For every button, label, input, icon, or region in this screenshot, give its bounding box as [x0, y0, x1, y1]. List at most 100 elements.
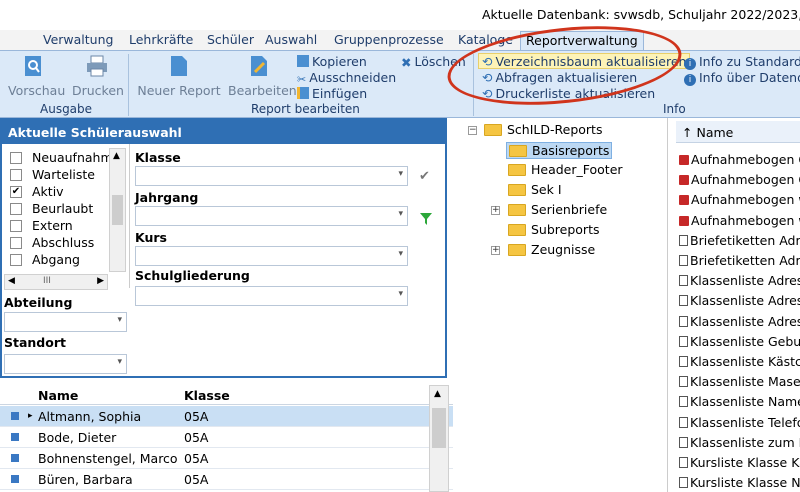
vorschau-button[interactable]: Vorschau — [8, 53, 65, 101]
pdf-report-icon — [679, 215, 689, 226]
checkbox-beurlaubt[interactable] — [10, 203, 22, 215]
scroll-thumb-grip[interactable]: III — [43, 276, 51, 286]
abteilung-select[interactable]: ▾ — [4, 312, 127, 332]
scroll-thumb[interactable] — [112, 195, 123, 225]
list-item[interactable]: Briefetiketten Adre — [679, 253, 800, 268]
jahrgang-select[interactable]: ▾ — [135, 206, 408, 226]
report-list-header[interactable]: ↑ Name — [676, 121, 800, 143]
list-item[interactable]: Klassenliste Geburt — [679, 334, 800, 349]
info-datenquelle-button[interactable]: i Info über Datenq — [684, 70, 800, 86]
report-name: Klassenliste Adress — [690, 273, 800, 289]
list-item[interactable]: Klassenliste Adress — [679, 314, 800, 329]
tree-item-header-footer[interactable]: Header_Footer — [508, 162, 623, 177]
column-header-name[interactable]: Name — [38, 388, 78, 403]
status-label: Neuaufnahm — [32, 150, 113, 165]
status-vertical-scrollbar[interactable]: ▲ — [109, 148, 126, 272]
schulgliederung-select[interactable]: ▾ — [135, 286, 408, 306]
row-indicator — [11, 412, 19, 420]
tab-auswahl[interactable]: Auswahl — [265, 32, 317, 47]
list-item[interactable]: Klassenliste Namer — [679, 394, 800, 409]
tree-item-sek-i[interactable]: Sek I — [508, 182, 562, 197]
collapse-icon[interactable]: − — [468, 126, 477, 135]
list-item[interactable]: Klassenliste Masern — [679, 374, 800, 389]
checkbox-abgang[interactable] — [10, 254, 22, 266]
dropdown-arrow-icon[interactable]: ▾ — [398, 249, 403, 259]
dropdown-arrow-icon[interactable]: ▾ — [117, 315, 122, 325]
column-header-klasse[interactable]: Klasse — [184, 388, 230, 403]
neuer-report-button[interactable]: Neuer Report — [137, 53, 221, 101]
klasse-select[interactable]: ▾ — [135, 166, 408, 186]
schulgliederung-label: Schulgliederung — [135, 268, 250, 283]
abteilung-label: Abteilung — [4, 295, 73, 310]
document-icon — [679, 416, 688, 428]
scroll-left-icon[interactable]: ◀ — [8, 276, 15, 286]
einfuegen-button[interactable]: Einfügen — [297, 86, 367, 102]
checkbox-abschluss[interactable] — [10, 237, 22, 249]
student-grid: Name Klasse ▸ Altmann, Sophia 05A Bode, … — [0, 385, 453, 492]
report-name: Kursliste Klasse Na — [690, 475, 800, 491]
document-icon — [679, 396, 688, 408]
tree-item-subreports[interactable]: Subreports — [508, 222, 599, 237]
report-name: Briefetiketten Adre — [690, 232, 800, 248]
document-icon — [679, 315, 688, 327]
jahrgang-label: Jahrgang — [135, 190, 199, 205]
list-item[interactable]: Klassenliste zum Ei — [679, 435, 800, 450]
expand-icon[interactable]: + — [491, 246, 500, 255]
list-item[interactable]: Klassenliste Kästch — [679, 354, 800, 369]
checkbox-extern[interactable] — [10, 220, 22, 232]
document-icon — [679, 335, 688, 347]
checkmark-icon[interactable]: ✔ — [419, 169, 430, 184]
dropdown-arrow-icon[interactable]: ▾ — [117, 357, 122, 367]
checkbox-neuaufnahme[interactable] — [10, 152, 22, 164]
list-item[interactable]: Aufnahmebogen w — [679, 213, 800, 228]
ausschneiden-button[interactable]: ✂ Ausschneiden — [297, 70, 396, 86]
tree-item-basisreports[interactable]: Basisreports — [506, 142, 613, 159]
filter-icon[interactable] — [419, 212, 433, 226]
list-item[interactable]: Briefetiketten Adre — [679, 233, 800, 248]
list-item[interactable]: Aufnahmebogen G — [679, 172, 800, 187]
checkbox-aktiv[interactable]: ✔ — [10, 186, 22, 198]
dropdown-arrow-icon[interactable]: ▾ — [398, 169, 403, 179]
tree-root[interactable]: SchILD-Reports — [484, 122, 602, 137]
list-item[interactable]: Aufnahmebogen w — [679, 192, 800, 207]
tab-verwaltung[interactable]: Verwaltung — [43, 32, 113, 47]
student-klasse: 05A — [184, 409, 209, 424]
table-row[interactable]: ▸ Altmann, Sophia 05A — [0, 406, 453, 427]
expand-icon[interactable]: + — [491, 206, 500, 215]
standort-select[interactable]: ▾ — [4, 354, 127, 374]
scroll-thumb[interactable] — [432, 408, 446, 448]
list-item[interactable]: Klassenliste Adress — [679, 293, 800, 308]
tab-gruppenprozesse[interactable]: Gruppenprozesse — [334, 32, 444, 47]
drucken-button[interactable]: Drucken — [72, 53, 124, 101]
grid-vertical-scrollbar[interactable]: ▲ — [429, 385, 449, 492]
status-horizontal-scrollbar[interactable]: ◀ III ▶ — [4, 274, 108, 290]
tree-item-zeugnisse[interactable]: Zeugnisse — [508, 242, 595, 257]
report-name: Klassenliste Telefor — [690, 414, 800, 430]
tree-item-serienbriefe[interactable]: Serienbriefe — [508, 202, 607, 217]
tab-schueler[interactable]: Schüler — [207, 32, 254, 47]
list-item[interactable]: Kursliste Klasse Käs — [679, 455, 800, 470]
info-standard-button[interactable]: i Info zu Standardf — [684, 54, 800, 70]
list-item[interactable]: Kursliste Klasse Na — [679, 475, 800, 490]
kopieren-button[interactable]: Kopieren — [297, 54, 367, 70]
checkbox-warteliste[interactable] — [10, 169, 22, 181]
dropdown-arrow-icon[interactable]: ▾ — [398, 289, 403, 299]
student-name: Bode, Dieter — [38, 430, 117, 445]
table-row[interactable]: Bohnenstengel, Marco 05A — [0, 448, 453, 469]
scroll-right-icon[interactable]: ▶ — [97, 276, 104, 286]
table-row[interactable]: Büren, Barbara 05A — [0, 469, 453, 490]
list-item[interactable]: Klassenliste Adress — [679, 273, 800, 288]
bearbeiten-button[interactable]: Bearbeiten — [228, 53, 297, 101]
scroll-up-icon[interactable]: ▲ — [113, 151, 120, 161]
folder-icon — [508, 164, 526, 176]
kurs-select[interactable]: ▾ — [135, 246, 408, 266]
dropdown-arrow-icon[interactable]: ▾ — [398, 209, 403, 219]
tab-lehrkraefte[interactable]: Lehrkräfte — [129, 32, 193, 47]
list-item[interactable]: Aufnahmebogen G — [679, 152, 800, 167]
scroll-up-icon[interactable]: ▲ — [434, 389, 441, 399]
table-row[interactable]: Bode, Dieter 05A — [0, 427, 453, 448]
report-name: Aufnahmebogen w — [691, 212, 800, 228]
schuelerauswahl-panel: Aktuelle Schülerauswahl Neuaufnahm Warte… — [0, 118, 447, 378]
list-item[interactable]: Klassenliste Telefor — [679, 415, 800, 430]
kurs-label: Kurs — [135, 230, 167, 245]
